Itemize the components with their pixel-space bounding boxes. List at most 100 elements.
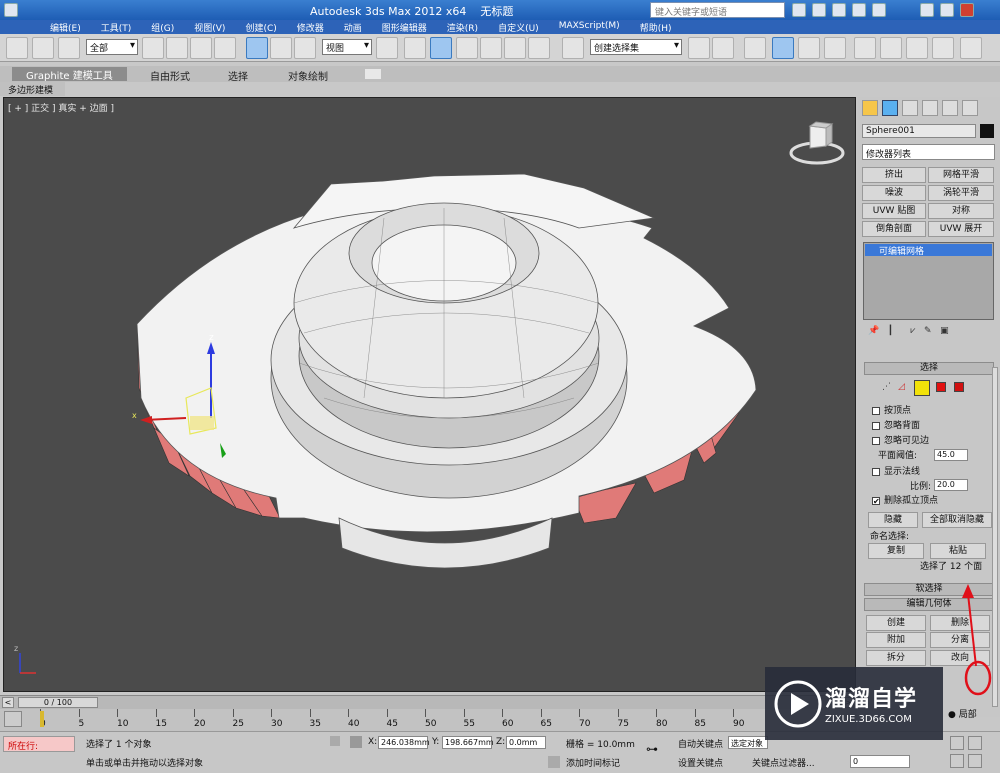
lock-icon[interactable] [330, 736, 340, 746]
tab-selection[interactable]: 选择 [228, 68, 248, 83]
object-name-field[interactable]: Sphere001 [862, 124, 976, 138]
move-icon[interactable] [246, 37, 268, 59]
set-key-button[interactable]: 设置关键点 [678, 756, 723, 769]
help-icon[interactable] [872, 3, 886, 17]
selection-rollout-header[interactable]: 选择 [864, 362, 994, 375]
minimize-button[interactable] [920, 3, 934, 17]
auto-key-button[interactable]: 自动关键点 [678, 737, 723, 750]
window-crossing-icon[interactable] [214, 37, 236, 59]
star-icon[interactable] [832, 3, 846, 17]
unlink-icon[interactable] [32, 37, 54, 59]
z-coord-field[interactable]: 0.0mm [506, 736, 546, 749]
delete-isolated-checkbox[interactable]: ✔ 删除孤立顶点 [872, 493, 938, 508]
app-logo-icon[interactable] [4, 3, 18, 17]
y-coord-field[interactable]: 198.667mm [442, 736, 494, 749]
pivot-icon[interactable] [376, 37, 398, 59]
key-icon[interactable] [812, 3, 826, 17]
paste-button[interactable]: 粘贴 [930, 543, 986, 559]
modifier-uvw-map-button[interactable]: UVW 贴图 [862, 203, 926, 219]
ignore-backfacing-checkbox[interactable]: 忽略背面 [872, 418, 920, 433]
bind-spacewarp-icon[interactable] [58, 37, 80, 59]
modifier-turbosmooth-button[interactable]: 涡轮平滑 [928, 185, 994, 201]
maximize-button[interactable] [940, 3, 954, 17]
spinner-snap-icon[interactable] [528, 37, 550, 59]
menu-item-9[interactable]: 自定义(U) [488, 21, 549, 34]
hierarchy-tab-icon[interactable] [902, 100, 918, 116]
display-tab-icon[interactable] [942, 100, 958, 116]
graphite-toggle-icon[interactable] [772, 37, 794, 59]
element-mode-icon[interactable] [954, 382, 964, 392]
ignore-visible-edges-checkbox[interactable]: 忽略可见边 [872, 433, 929, 448]
keyboard-shortcut-icon[interactable] [430, 37, 452, 59]
menu-item-2[interactable]: 组(G) [141, 21, 184, 34]
menu-item-3[interactable]: 视图(V) [184, 21, 235, 34]
rotate-icon[interactable] [270, 37, 292, 59]
menu-item-0[interactable]: 编辑(E) [40, 21, 91, 34]
viewport[interactable]: [ + ] 正交 ] 真实 + 边面 ] z x z [3, 97, 856, 692]
object-color-swatch[interactable] [980, 124, 994, 138]
layer-manager-icon[interactable] [744, 37, 766, 59]
rendered-frame-icon[interactable] [906, 37, 928, 59]
create-tab-icon[interactable] [862, 100, 878, 116]
key-filters-button[interactable]: 关键点过滤器... [752, 756, 815, 769]
close-button[interactable] [960, 3, 974, 17]
rect-selection-icon[interactable] [190, 37, 212, 59]
attach-button[interactable]: 附加 [866, 632, 926, 648]
edge-mode-icon[interactable]: ◿ [898, 382, 910, 394]
face-mode-icon[interactable] [914, 380, 930, 396]
info-icon[interactable] [852, 3, 866, 17]
select-object-icon[interactable] [142, 37, 164, 59]
curve-editor-icon[interactable] [798, 37, 820, 59]
tab-graphite[interactable]: Graphite 建模工具 [12, 67, 127, 82]
modifier-meshsmooth-button[interactable]: 网格平滑 [928, 167, 994, 183]
scale-icon[interactable] [294, 37, 316, 59]
menu-item-4[interactable]: 创建(C) [235, 21, 286, 34]
frame-field[interactable]: 0 [850, 755, 910, 768]
time-slider[interactable]: < 0 / 100 > [0, 695, 857, 709]
vertex-mode-icon[interactable]: ⋰ [882, 382, 894, 394]
menu-item-7[interactable]: 图形编辑器 [372, 21, 437, 34]
manipulate-icon[interactable] [404, 37, 426, 59]
edit-named-selection-icon[interactable] [562, 37, 584, 59]
absolute-mode-icon[interactable] [350, 736, 362, 748]
pan-icon[interactable] [950, 754, 964, 768]
align-icon[interactable] [712, 37, 734, 59]
snap-icon[interactable] [456, 37, 478, 59]
selection-filter-dropdown[interactable]: 全部 [86, 39, 138, 55]
render-icon[interactable] [932, 37, 954, 59]
create-button[interactable]: 创建 [866, 615, 926, 631]
menu-item-5[interactable]: 修改器 [287, 21, 334, 34]
modifier-extrude-button[interactable]: 挤出 [862, 167, 926, 183]
named-selection-dropdown[interactable]: 创建选择集 [590, 39, 682, 55]
time-slider-thumb[interactable]: 0 / 100 [18, 697, 98, 708]
tab-object-paint[interactable]: 对象绘制 [288, 68, 328, 83]
plane-threshold-spinner[interactable]: 45.0 [934, 449, 968, 461]
menu-item-1[interactable]: 工具(T) [91, 21, 142, 34]
select-by-name-icon[interactable] [166, 37, 188, 59]
key-mode-dropdown[interactable]: 选定对象 [728, 736, 768, 749]
prev-frame-icon[interactable]: < [2, 697, 14, 708]
copy-button[interactable]: 复制 [868, 543, 924, 559]
time-cursor[interactable] [40, 711, 44, 727]
mini-curve-editor-icon[interactable] [4, 711, 22, 727]
menu-item-11[interactable]: 帮助(H) [630, 21, 682, 34]
zoom-icon[interactable] [950, 736, 964, 750]
menu-item-8[interactable]: 渲染(R) [437, 21, 488, 34]
set-key-icon[interactable]: ⊶ [646, 742, 670, 756]
material-editor-icon[interactable] [854, 37, 876, 59]
search-icon[interactable] [792, 3, 806, 17]
stack-item-editable-mesh[interactable]: 可编辑网格 [865, 244, 992, 257]
time-tag-icon[interactable] [548, 756, 560, 768]
ribbon-sub-label[interactable]: 多边形建模 [0, 82, 65, 96]
maxscript-listener[interactable]: 所在行: [3, 736, 75, 752]
modifier-bevel-profile-button[interactable]: 倒角剖面 [862, 221, 926, 237]
scale-spinner[interactable]: 20.0 [934, 479, 968, 491]
modify-tab-icon[interactable] [882, 100, 898, 116]
render-setup-icon[interactable] [880, 37, 902, 59]
divide-button[interactable]: 拆分 [866, 650, 926, 666]
add-time-tag-button[interactable]: 添加时间标记 [566, 756, 620, 769]
viewcube-icon[interactable] [789, 121, 845, 165]
tab-freeform[interactable]: 自由形式 [150, 68, 190, 83]
zoom-all-icon[interactable] [968, 736, 982, 750]
link-icon[interactable] [6, 37, 28, 59]
